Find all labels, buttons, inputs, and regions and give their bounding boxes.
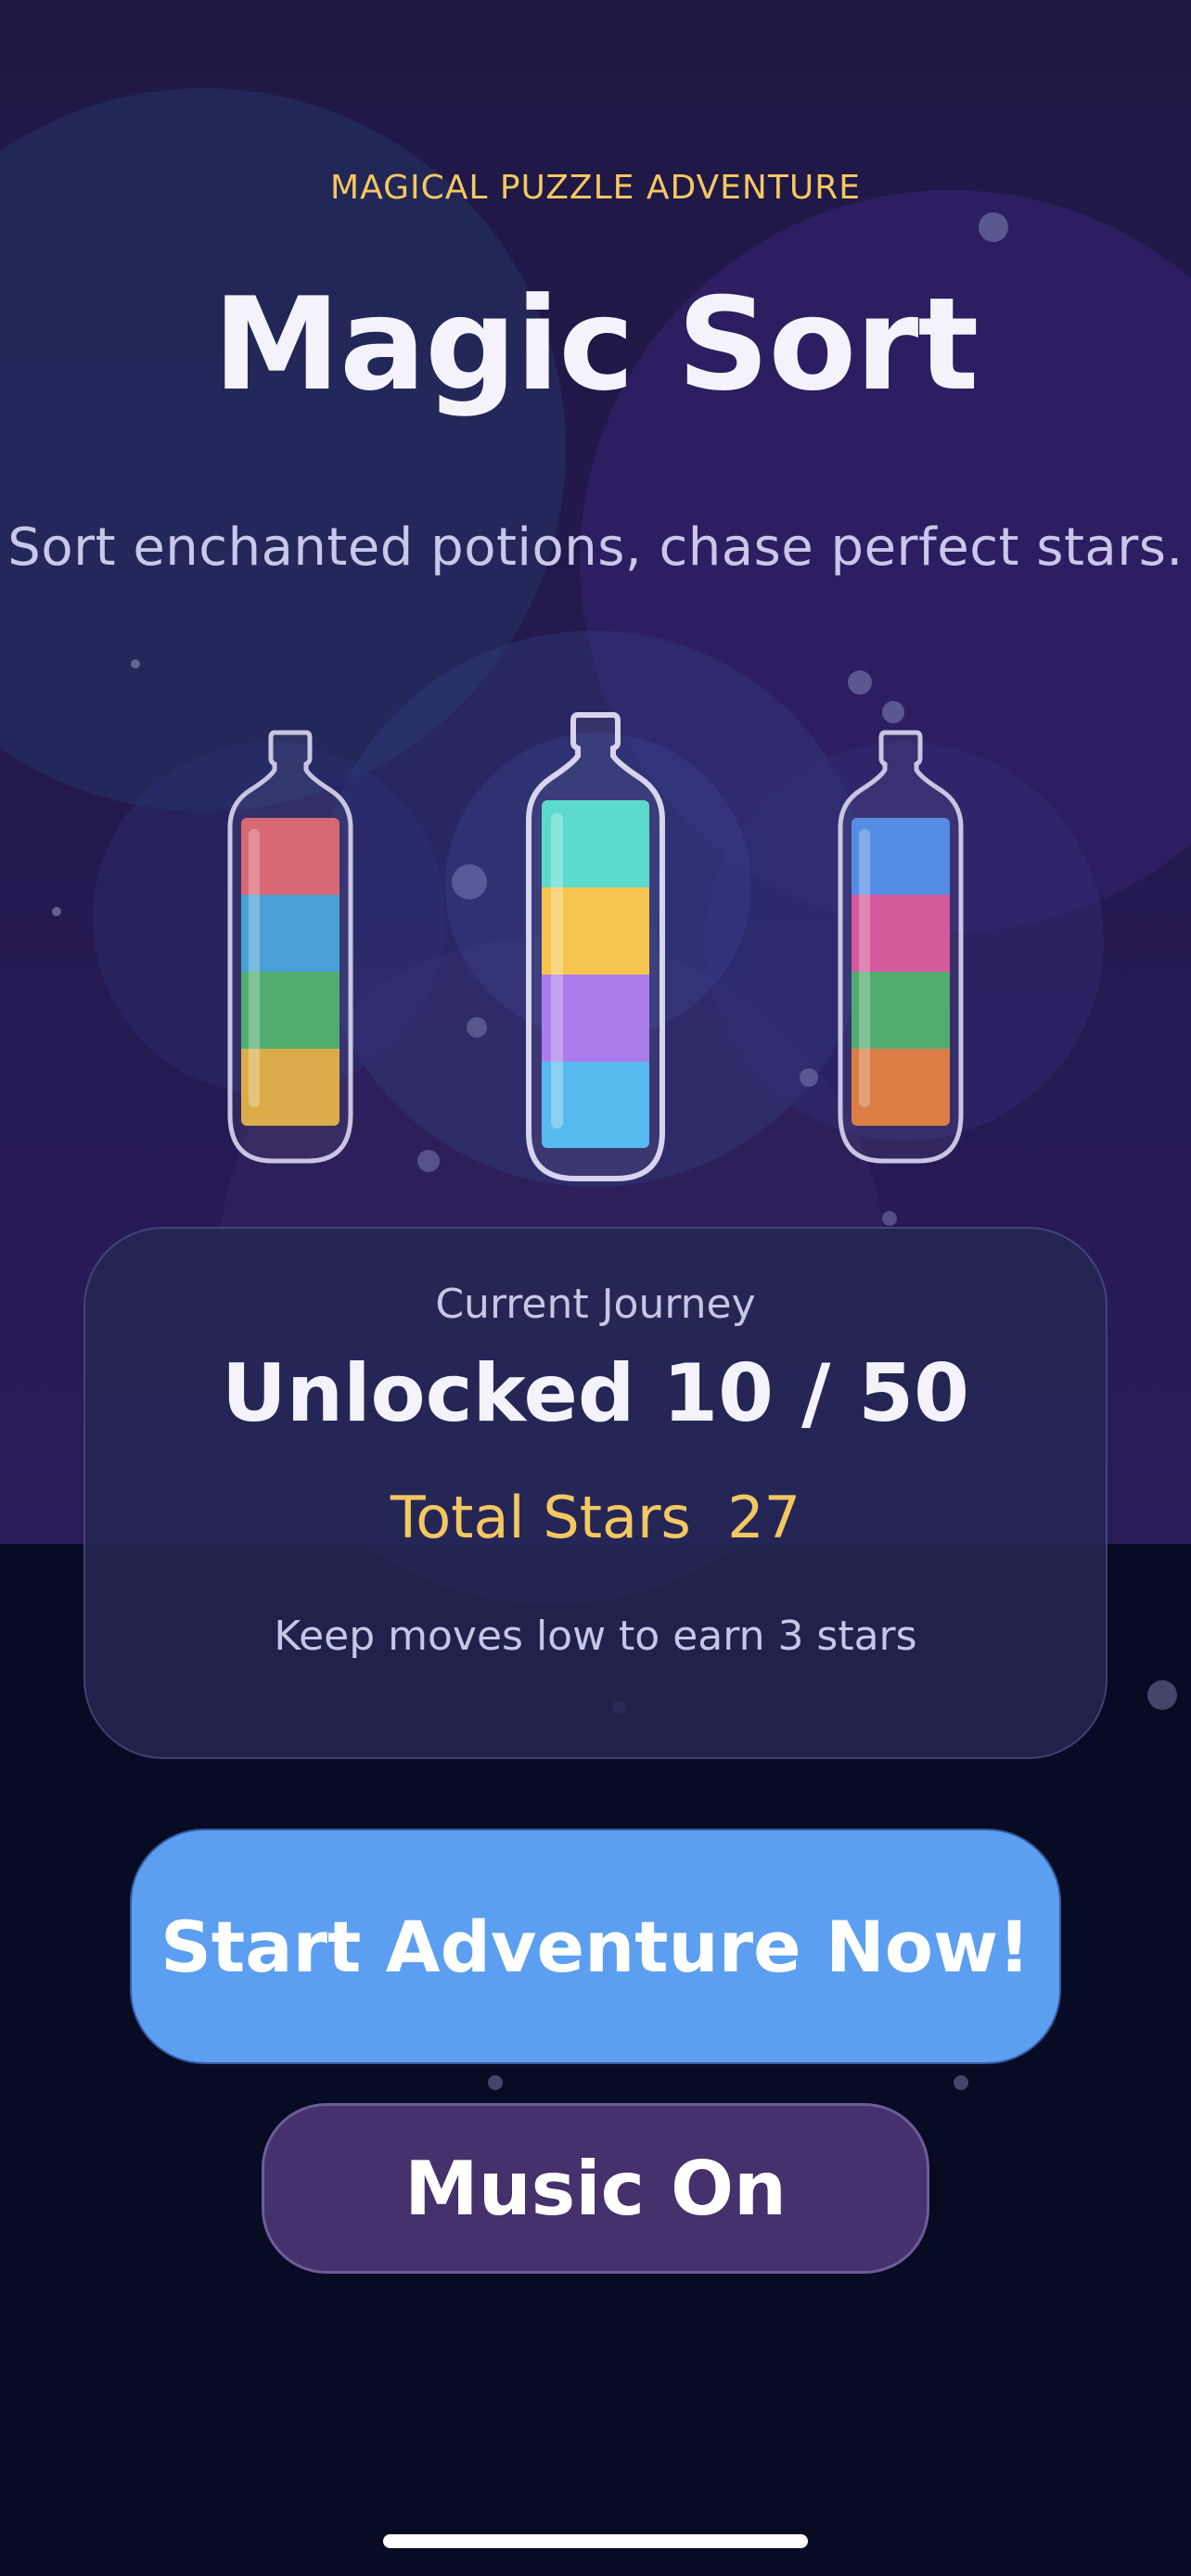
sparkle bbox=[800, 1068, 818, 1087]
sparkle bbox=[467, 1017, 487, 1038]
sparkle bbox=[954, 2075, 968, 2090]
sparkle bbox=[452, 864, 487, 899]
sparkle bbox=[488, 2075, 503, 2090]
sparkle bbox=[848, 670, 872, 695]
sparkle bbox=[979, 212, 1008, 242]
home-indicator bbox=[383, 2534, 808, 2548]
journey-card: Current Journey Unlocked 10 / 50 Total S… bbox=[83, 1227, 1108, 1759]
sparkle bbox=[1147, 1680, 1177, 1710]
sparkle bbox=[882, 1211, 897, 1226]
home-screen: MAGICAL PUZZLE ADVENTURE Magic Sort Sort… bbox=[0, 0, 1191, 2576]
total-stars: Total Stars 27 bbox=[390, 1484, 801, 1551]
journey-tip: Keep moves low to earn 3 stars bbox=[274, 1613, 917, 1660]
left-potion-bottle bbox=[227, 730, 353, 1164]
sparkle bbox=[131, 659, 140, 669]
start-adventure-button[interactable]: Start Adventure Now! bbox=[130, 1829, 1061, 2064]
journey-label: Current Journey bbox=[435, 1281, 756, 1328]
sparkle bbox=[417, 1150, 440, 1172]
music-toggle-button[interactable]: Music On bbox=[262, 2103, 929, 2274]
center-potion-bottle bbox=[526, 712, 665, 1181]
game-title: Magic Sort bbox=[212, 270, 980, 419]
right-potion-bottle bbox=[838, 730, 964, 1164]
sparkle bbox=[882, 701, 904, 723]
subtitle: Sort enchanted potions, chase perfect st… bbox=[7, 517, 1184, 578]
levels-unlocked: Unlocked 10 / 50 bbox=[222, 1347, 969, 1440]
sparkle bbox=[52, 907, 61, 916]
tagline: MAGICAL PUZZLE ADVENTURE bbox=[330, 169, 861, 207]
